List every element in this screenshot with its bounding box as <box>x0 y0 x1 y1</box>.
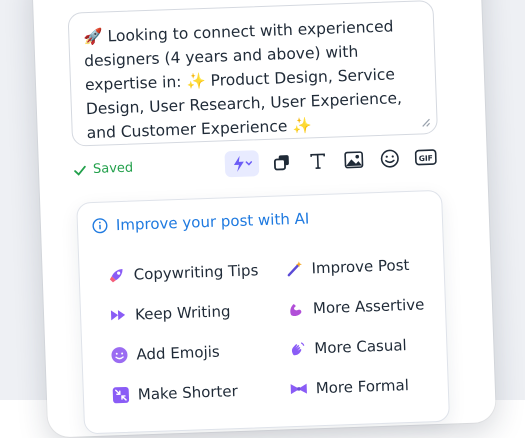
option-label: Improve Post <box>311 255 410 278</box>
smiling-face-icon <box>110 346 129 365</box>
gif-button[interactable]: GIF <box>412 144 439 171</box>
fast-forward-icon <box>109 306 128 325</box>
flexed-arm-icon <box>287 300 306 319</box>
option-keep-writing[interactable]: Keep Writing <box>109 302 231 324</box>
text-format-button[interactable] <box>304 148 331 175</box>
option-improve-post[interactable]: Improve Post <box>285 255 410 279</box>
ai-assist-button[interactable] <box>224 150 260 178</box>
emoji-button[interactable] <box>376 145 403 172</box>
composer-toolbar: Saved GIF <box>73 144 440 187</box>
ai-panel-header: Improve your post with AI <box>92 209 310 235</box>
image-button[interactable] <box>340 146 367 173</box>
post-text: 🚀 Looking to connect with experienced de… <box>83 17 403 143</box>
option-label: Copywriting Tips <box>133 261 259 284</box>
post-composer-card: 🚀 Looking to connect with experienced de… <box>31 0 497 438</box>
option-label: More Formal <box>315 376 410 398</box>
text-format-icon <box>310 153 325 169</box>
waving-hand-icon <box>288 340 307 359</box>
saved-status: Saved <box>73 160 134 178</box>
image-icon <box>344 151 364 169</box>
toolbar-tools: GIF <box>224 144 439 178</box>
magic-wand-icon <box>285 260 304 279</box>
saved-label: Saved <box>92 160 134 177</box>
gif-icon: GIF <box>414 149 437 166</box>
emoji-icon <box>380 149 399 168</box>
option-label: Make Shorter <box>137 382 239 404</box>
option-make-shorter[interactable]: Make Shorter <box>112 382 238 404</box>
post-text-input[interactable]: 🚀 Looking to connect with experienced de… <box>67 0 438 147</box>
info-icon <box>92 218 108 234</box>
option-label: More Assertive <box>312 295 425 318</box>
ai-lightning-icon <box>233 155 253 172</box>
gif-label: GIF <box>419 154 433 163</box>
option-more-assertive[interactable]: More Assertive <box>287 295 425 318</box>
ai-panel-title: Improve your post with AI <box>115 209 310 235</box>
rocket-icon <box>107 266 126 285</box>
option-copywriting-tips[interactable]: Copywriting Tips <box>107 261 259 285</box>
resize-handle-icon[interactable] <box>420 117 431 127</box>
copy-icon <box>273 155 289 171</box>
option-label: More Casual <box>314 336 407 358</box>
ai-suggestions-panel: Improve your post with AI Copywriting Ti… <box>76 189 451 435</box>
option-more-casual[interactable]: More Casual <box>288 336 407 358</box>
copy-button[interactable] <box>268 149 295 176</box>
option-label: Keep Writing <box>134 302 231 324</box>
check-icon <box>74 165 86 176</box>
option-label: Add Emojis <box>136 342 220 364</box>
bow-tie-icon <box>289 380 308 399</box>
shrink-icon <box>112 386 131 405</box>
option-more-formal[interactable]: More Formal <box>289 376 409 398</box>
option-add-emojis[interactable]: Add Emojis <box>110 343 220 365</box>
